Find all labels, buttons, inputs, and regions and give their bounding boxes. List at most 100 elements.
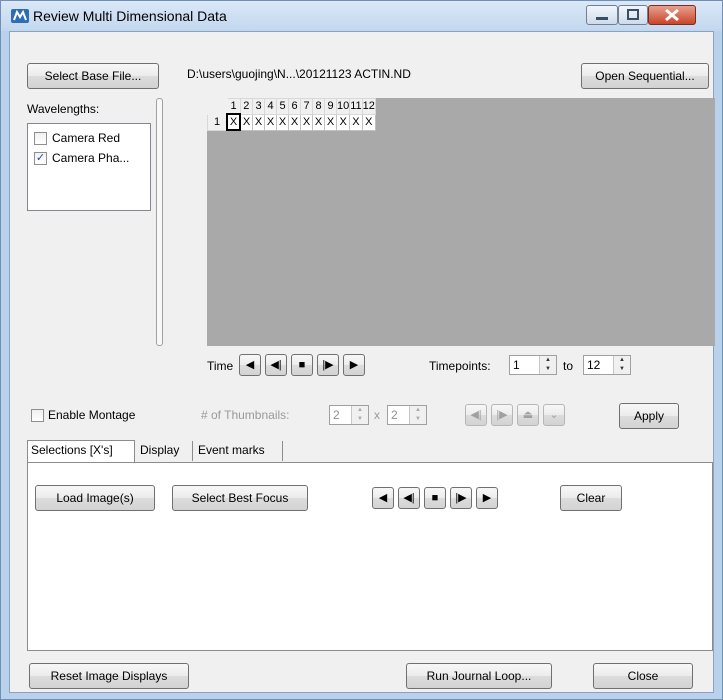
grid-column-header: 2 [239,98,253,115]
thumbnail-cols-spinner[interactable]: 2 ▲ ▼ [329,405,369,425]
grid-column-header: 8 [312,98,325,115]
grid-cell[interactable]: X [312,113,325,131]
step-back-icon: ◀| [270,359,282,371]
spinner-arrows-icon[interactable]: ▲ ▼ [539,356,556,374]
grid-cell[interactable]: X [252,113,265,131]
apply-button[interactable]: Apply [619,403,679,429]
step-back-icon: ◀| [470,409,482,421]
grid-cell[interactable]: X [361,113,376,131]
tab-selections[interactable]: Selections [X's] [27,440,135,462]
selection-step-back-button[interactable]: ◀| [398,487,420,509]
selection-stop-button[interactable]: ■ [424,487,446,509]
load-images-button[interactable]: Load Image(s) [35,485,155,511]
maximize-button[interactable] [618,5,648,25]
select-best-focus-button[interactable]: Select Best Focus [172,485,308,511]
step-back-icon: ◀| [403,492,415,504]
thumbnail-rows-value: 2 [391,408,398,422]
eject-up-icon: ⏏ [522,409,534,421]
camera-pha-checkbox[interactable]: ✓ [34,152,47,165]
tab-display[interactable]: Display [137,441,193,461]
grid-column-header: 12 [361,98,376,115]
times-sign: x [374,408,380,422]
grid-cell[interactable]: X [239,113,253,131]
grid-column-header: 4 [264,98,277,115]
enable-montage-checkbox[interactable] [31,409,44,422]
reset-image-displays-button[interactable]: Reset Image Displays [29,663,189,689]
selections-tab-panel: Load Image(s) Select Best Focus ◀ ◀| ■ |… [27,462,713,651]
camera-red-checkbox[interactable] [34,132,47,145]
spinner-arrows-icon[interactable]: ▲ ▼ [351,406,368,424]
camera-red-label: Camera Red [52,131,121,145]
time-label: Time [207,359,234,373]
to-label: to [563,359,574,373]
selection-first-button[interactable]: ◀ [372,487,394,509]
stop-icon: ■ [298,359,306,371]
select-base-file-button[interactable]: Select Base File... [27,63,159,89]
timepoint-to-spinner[interactable]: 12 ▲ ▼ [583,355,631,375]
step-forward-icon: |▶ [455,492,467,504]
grid-corner [207,98,228,115]
minimize-icon [596,17,608,20]
timepoint-from-value: 1 [513,358,520,372]
thumbnails-label: # of Thumbnails: [201,408,290,422]
minimize-button[interactable] [586,5,618,25]
timepoint-grid: 1 2 3 4 5 6 7 8 9 10 11 12 1 X X X X X X… [207,98,376,131]
step-back-button[interactable]: ◀| [265,354,287,376]
montage-down-button[interactable]: ⌄ [543,404,565,426]
selection-step-forward-button[interactable]: |▶ [450,487,472,509]
grid-cell[interactable]: X [264,113,277,131]
title-bar[interactable]: Review Multi Dimensional Data [1,1,722,31]
grid-cell[interactable]: X [324,113,337,131]
app-logo-icon [11,9,29,23]
spinner-arrows-icon[interactable]: ▲ ▼ [409,406,426,424]
close-button[interactable]: Close [593,663,693,689]
timepoints-label: Timepoints: [429,359,491,373]
grid-column-header: 10 [335,98,351,115]
timepoint-grid-area[interactable] [207,98,715,346]
spinner-arrows-icon[interactable]: ▲ ▼ [613,356,630,374]
grid-cell-selected[interactable]: X [226,113,241,131]
stop-button[interactable]: ■ [291,354,313,376]
timepoint-from-spinner[interactable]: 1 ▲ ▼ [509,355,557,375]
grid-column-header: 3 [252,98,265,115]
first-frame-button[interactable]: ◀ [239,354,261,376]
grid-cell[interactable]: X [276,113,289,131]
file-path-label: D:\users\guojing\N...\20121123 ACTIN.ND [187,67,411,81]
maximize-icon [627,9,639,20]
grid-cell[interactable]: X [288,113,301,131]
grid-cell[interactable]: X [335,113,351,131]
wavelengths-scrollbar[interactable] [156,98,163,346]
grid-cell[interactable]: X [300,113,313,131]
montage-up-button[interactable]: ⏏ [517,404,539,426]
main-window: Review Multi Dimensional Data Select Bas… [0,0,723,700]
clear-button[interactable]: Clear [560,485,622,511]
window-title: Review Multi Dimensional Data [33,8,227,24]
stop-icon: ■ [431,492,439,504]
tab-event-marks[interactable]: Event marks [195,441,283,461]
thumbnail-rows-spinner[interactable]: 2 ▲ ▼ [387,405,427,425]
camera-pha-label: Camera Pha... [52,151,130,165]
play-backward-icon: ◀ [378,492,388,504]
run-journal-loop-button[interactable]: Run Journal Loop... [406,663,552,689]
step-forward-button[interactable]: |▶ [317,354,339,376]
grid-column-header: 11 [349,98,363,115]
open-sequential-button[interactable]: Open Sequential... [581,63,709,89]
grid-column-header: 7 [300,98,313,115]
chevron-down-icon: ⌄ [549,409,559,421]
close-window-button[interactable] [648,5,696,25]
grid-column-header: 5 [276,98,289,115]
montage-step-back-button[interactable]: ◀| [465,404,487,426]
selection-last-button[interactable]: ▶ [476,487,498,509]
grid-column-header: 6 [288,98,301,115]
play-forward-button[interactable]: ▶ [343,354,365,376]
wavelengths-list[interactable]: Camera Red ✓ Camera Pha... [27,123,151,211]
wavelengths-label: Wavelengths: [27,102,100,116]
thumbnail-cols-value: 2 [333,408,340,422]
play-backward-icon: ◀ [245,359,255,371]
grid-cell[interactable]: X [349,113,363,131]
step-forward-icon: |▶ [322,359,334,371]
grid-row-header: 1 [207,113,228,131]
timepoint-to-value: 12 [587,358,601,372]
enable-montage-label: Enable Montage [48,408,136,422]
montage-step-forward-button[interactable]: |▶ [491,404,513,426]
